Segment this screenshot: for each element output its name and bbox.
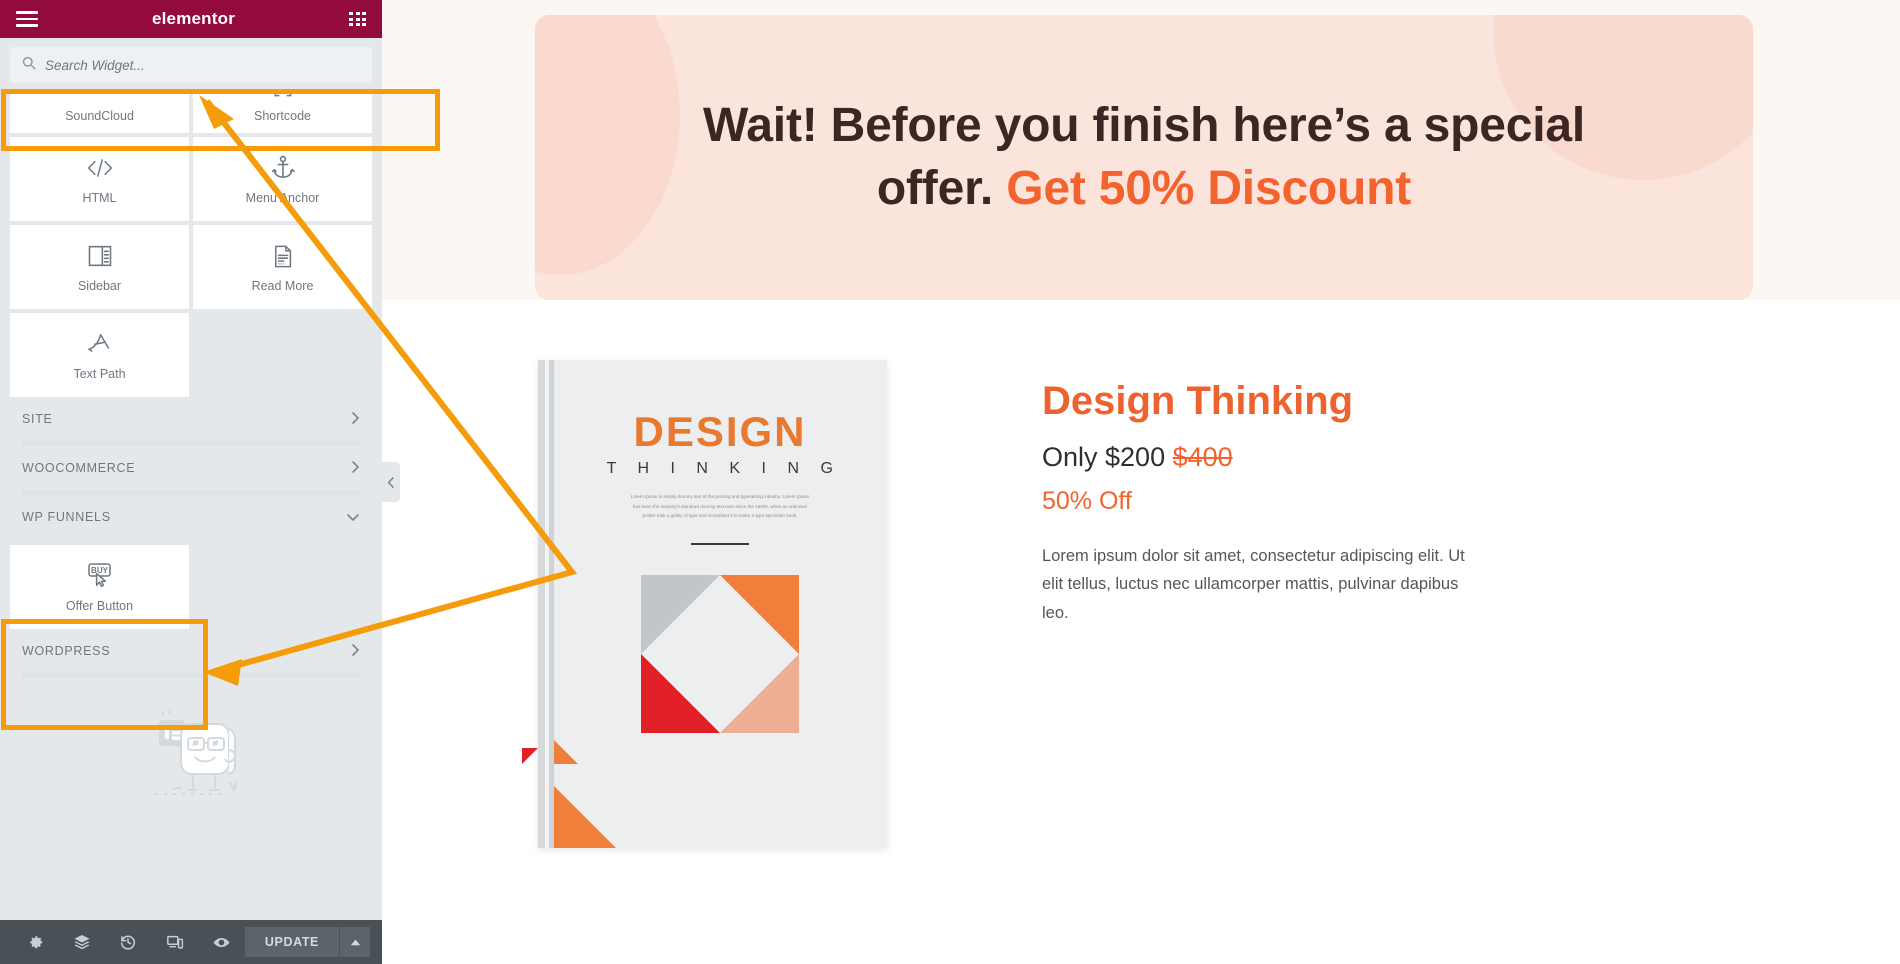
layers-navigator-icon[interactable] (59, 920, 106, 964)
book-spine-outer (537, 360, 545, 848)
widget-grid-general: SoundCloud Shortcode HTML Menu Anchor Si… (10, 91, 372, 397)
buy-button-cursor-icon: BUY (84, 561, 116, 591)
update-button[interactable]: UPDATE (244, 927, 339, 957)
product-price-original: $400 (1172, 442, 1233, 472)
widget-list-scroll[interactable]: SoundCloud Shortcode HTML Menu Anchor Si… (0, 91, 382, 920)
book-front-cover: DESIGN T H I N K I N G Lorem Ipsum is si… (553, 360, 887, 848)
product-discount-label: 50% Off (1042, 487, 1132, 515)
elementor-mascot-illustration (10, 678, 372, 806)
book-corner-accent-red (521, 748, 538, 764)
widget-tile-html[interactable]: HTML (10, 137, 189, 221)
widget-label: Text Path (73, 367, 126, 381)
category-woocommerce[interactable]: WOOCOMMERCE (10, 446, 372, 490)
document-icon (269, 241, 296, 271)
product-price-row: Only $200 $400 (1042, 442, 1602, 473)
widget-tile-sidebar[interactable]: Sidebar (10, 225, 189, 309)
elementor-logo-text: elementor (151, 9, 236, 28)
product-title: Design Thinking (1042, 379, 1354, 423)
book-subtitle: T H I N K I N G (606, 460, 842, 477)
category-label: WP FUNNELS (22, 510, 111, 524)
book-corner-accent-small (553, 740, 578, 764)
history-clock-icon[interactable] (105, 920, 152, 964)
elementor-editor-screen: elementor Search Widget... SoundCloud Sh… (0, 0, 1900, 964)
panel-footer-toolbar: UPDATE (0, 920, 382, 964)
banner-headline: Wait! Before you finish here’s a special… (639, 95, 1649, 220)
shortcode-icon (270, 91, 296, 101)
widget-label: HTML (82, 191, 117, 205)
widget-tile-soundcloud[interactable]: SoundCloud (10, 91, 189, 133)
search-icon (22, 56, 36, 75)
search-widget-box[interactable] (10, 47, 372, 83)
panel-collapse-toggle[interactable] (382, 462, 400, 502)
book-corner-accent-large (553, 786, 616, 848)
book-cover-image[interactable]: DESIGN T H I N K I N G Lorem Ipsum is si… (521, 360, 887, 848)
text-path-icon (85, 329, 115, 359)
category-wordpress[interactable]: WORDPRESS (10, 629, 372, 673)
elementor-widget-panel: elementor Search Widget... SoundCloud Sh… (0, 0, 382, 964)
widget-label: SoundCloud (65, 109, 134, 123)
search-input[interactable] (45, 57, 360, 73)
product-description: Lorem ipsum dolor sit amet, consectetur … (1042, 547, 1465, 622)
search-widget-area (0, 38, 382, 91)
category-label: WORDPRESS (22, 644, 111, 658)
widget-label: Menu Anchor (245, 191, 320, 205)
product-info-column: Design Thinking Only $200 $400 50% Off L… (1042, 360, 1602, 848)
anchor-icon (269, 153, 297, 183)
pinwheel-triangle-top-left (641, 574, 720, 654)
widget-tile-menu-anchor[interactable]: Menu Anchor (193, 137, 372, 221)
banner-content: Wait! Before you finish here’s a special… (535, 15, 1753, 300)
widget-tile-shortcode[interactable]: Shortcode (193, 91, 372, 133)
chevron-right-icon (351, 460, 360, 476)
widget-label: Read More (251, 279, 314, 293)
widget-tile-text-path[interactable]: Text Path (10, 313, 189, 397)
update-button-group: UPDATE (244, 927, 370, 957)
editor-canvas: Wait! Before you finish here’s a special… (382, 0, 1900, 964)
code-icon (85, 153, 115, 183)
pinwheel-triangle-bottom-right (720, 653, 799, 733)
category-label: WOOCOMMERCE (22, 461, 136, 475)
book-rule-divider (691, 542, 749, 545)
book-body-text: Lorem Ipsum is simply dummy text of the … (630, 494, 810, 519)
settings-gear-icon[interactable] (12, 920, 59, 964)
chevron-down-icon (346, 511, 360, 524)
caret-up-icon[interactable] (340, 927, 370, 957)
widget-tile-offer-button[interactable]: BUY Offer Button (10, 545, 189, 629)
widget-grid-wp-funnels: BUY Offer Button (10, 545, 372, 629)
chevron-right-icon (351, 411, 360, 427)
hamburger-icon[interactable] (16, 11, 38, 27)
soundcloud-icon (87, 91, 113, 101)
panel-header: elementor (0, 0, 382, 38)
category-wp-funnels[interactable]: WP FUNNELS (10, 495, 372, 539)
svg-text:BUY: BUY (91, 566, 109, 575)
sidebar-layout-icon (86, 241, 114, 271)
book-title: DESIGN (633, 408, 807, 455)
product-section: DESIGN T H I N K I N G Lorem Ipsum is si… (382, 300, 1900, 964)
pinwheel-triangle-bottom-left (641, 653, 720, 733)
product-price-current: Only $200 (1042, 442, 1173, 472)
preview-eye-icon[interactable] (198, 920, 245, 964)
category-label: SITE (22, 412, 53, 426)
widget-label: Shortcode (254, 109, 311, 123)
category-site[interactable]: SITE (10, 397, 372, 441)
responsive-devices-icon[interactable] (152, 920, 199, 964)
widget-label: Sidebar (77, 279, 122, 293)
banner-headline-highlight: Get 50% Discount (1006, 161, 1412, 215)
chevron-right-icon (351, 643, 360, 659)
product-image-column: DESIGN T H I N K I N G Lorem Ipsum is si… (382, 360, 1042, 848)
widget-label: Offer Button (65, 599, 134, 613)
pinwheel-triangle-top-right (720, 574, 799, 654)
grid-apps-icon[interactable] (349, 12, 366, 26)
offer-banner-section[interactable]: Wait! Before you finish here’s a special… (535, 15, 1753, 300)
widget-tile-read-more[interactable]: Read More (193, 225, 372, 309)
book-pinwheel-graphic (641, 574, 799, 733)
